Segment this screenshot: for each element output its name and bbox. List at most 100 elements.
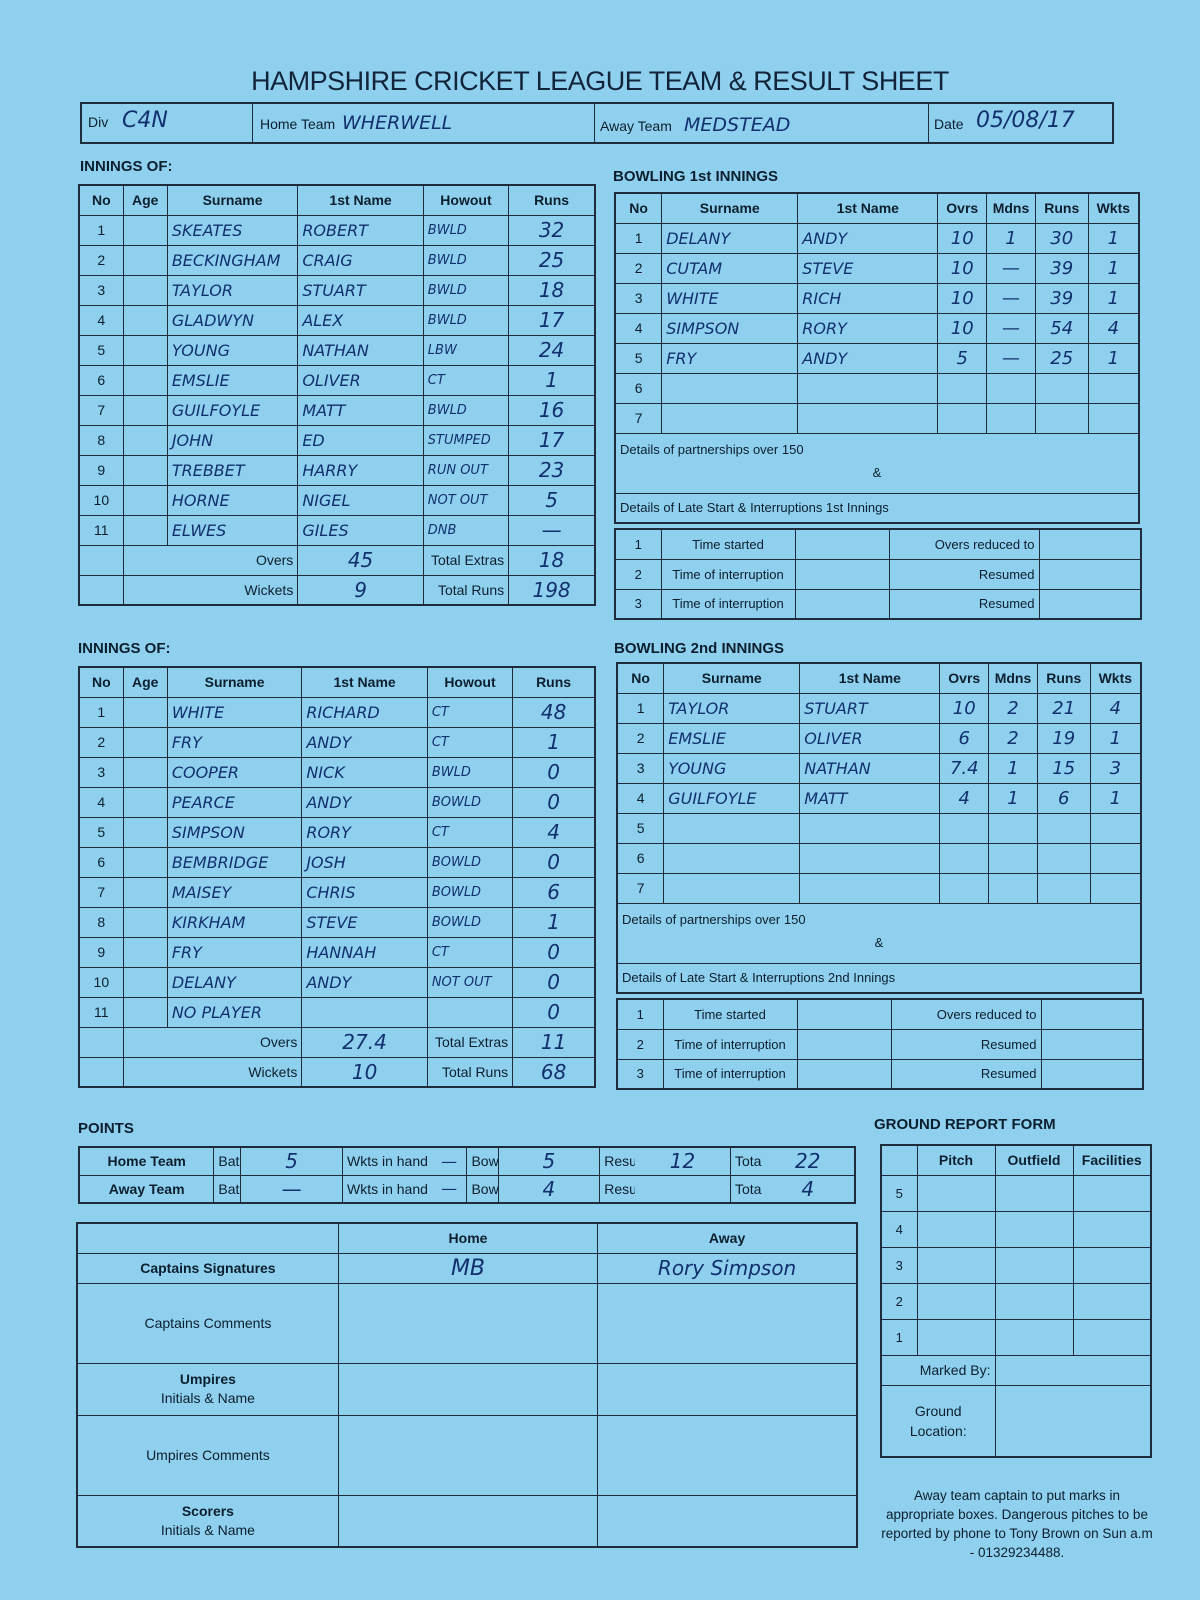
batsman-age[interactable]: [122, 244, 168, 276]
bowler-wickets[interactable]: 1: [1089, 782, 1142, 814]
batsman-runs[interactable]: 0: [512, 846, 596, 878]
batsman-first-name[interactable]: JOSH: [301, 846, 428, 878]
interruption-right-field[interactable]: [1038, 588, 1142, 620]
bowler-first-name[interactable]: [797, 372, 939, 404]
overs-value[interactable]: 45: [297, 544, 424, 576]
batsman-surname[interactable]: COOPER: [166, 756, 303, 788]
bowler-wickets[interactable]: [1087, 402, 1140, 434]
bowler-wickets[interactable]: [1089, 842, 1142, 874]
bowler-maidens[interactable]: —: [986, 312, 1036, 344]
batsman-howout[interactable]: BOWLD: [426, 846, 514, 878]
batsman-first-name[interactable]: NATHAN: [297, 334, 424, 366]
bowler-first-name[interactable]: RORY: [797, 312, 939, 344]
bowler-runs[interactable]: 30: [1034, 222, 1089, 254]
bowler-wickets[interactable]: 1: [1087, 222, 1140, 254]
batsman-age[interactable]: [122, 304, 168, 336]
bowler-wickets[interactable]: 1: [1087, 252, 1140, 284]
bowler-first-name[interactable]: [799, 842, 941, 874]
batsman-runs[interactable]: 1: [508, 364, 596, 396]
batsman-howout[interactable]: BOWLD: [426, 786, 514, 818]
home-result-points[interactable]: 12: [635, 1146, 731, 1176]
bowler-wickets[interactable]: [1089, 812, 1142, 844]
interruption-right-field[interactable]: [1040, 1028, 1144, 1060]
pitch-mark-box[interactable]: [916, 1210, 996, 1248]
extras-value[interactable]: 18: [508, 544, 596, 576]
facilities-mark-box[interactable]: [1072, 1318, 1152, 1356]
batsman-first-name[interactable]: GILES: [297, 514, 424, 546]
away-umpire[interactable]: [597, 1362, 858, 1416]
batsman-first-name[interactable]: NIGEL: [297, 484, 424, 516]
bowler-runs[interactable]: 39: [1034, 252, 1089, 284]
bowler-surname[interactable]: SIMPSON: [661, 312, 799, 344]
bowler-surname[interactable]: YOUNG: [663, 752, 801, 784]
batsman-first-name[interactable]: STUART: [297, 274, 424, 306]
bowler-wickets[interactable]: 1: [1087, 282, 1140, 314]
bowler-overs[interactable]: 10: [937, 282, 988, 314]
interruption-time-field[interactable]: [794, 588, 890, 620]
bowler-maidens[interactable]: —: [986, 342, 1036, 374]
bowler-runs[interactable]: [1036, 872, 1091, 904]
bowler-first-name[interactable]: STUART: [799, 692, 941, 724]
interruption-right-field[interactable]: [1040, 998, 1144, 1030]
batsman-runs[interactable]: —: [508, 514, 596, 546]
bowler-maidens[interactable]: [986, 372, 1036, 404]
bowler-wickets[interactable]: [1087, 372, 1140, 404]
bowler-maidens[interactable]: [988, 842, 1038, 874]
batsman-surname[interactable]: FRY: [166, 726, 303, 758]
bowler-maidens[interactable]: 1: [986, 222, 1036, 254]
batsman-runs[interactable]: 6: [512, 876, 596, 908]
batsman-first-name[interactable]: [301, 996, 428, 1028]
batsman-runs[interactable]: 25: [508, 244, 596, 276]
batsman-runs[interactable]: 32: [508, 214, 596, 246]
bowler-runs[interactable]: [1036, 842, 1091, 874]
wickets-value[interactable]: 10: [301, 1056, 428, 1088]
home-bowl-points[interactable]: 5: [497, 1146, 601, 1176]
bowler-first-name[interactable]: STEVE: [797, 252, 939, 284]
batsman-surname[interactable]: TAYLOR: [166, 274, 299, 306]
pitch-mark-box[interactable]: [916, 1282, 996, 1320]
batsman-surname[interactable]: BEMBRIDGE: [166, 846, 303, 878]
batsman-first-name[interactable]: RORY: [301, 816, 428, 848]
bowler-overs[interactable]: [939, 872, 990, 904]
batsman-howout[interactable]: BWLD: [422, 244, 510, 276]
home-umpire[interactable]: [337, 1362, 599, 1416]
bowler-runs[interactable]: 6: [1036, 782, 1091, 814]
bowler-maidens[interactable]: —: [986, 252, 1036, 284]
bowler-wickets[interactable]: 4: [1087, 312, 1140, 344]
bowler-runs[interactable]: 15: [1036, 752, 1091, 784]
bowler-overs[interactable]: 4: [939, 782, 990, 814]
batsman-surname[interactable]: FRY: [166, 936, 303, 968]
bowler-maidens[interactable]: 2: [988, 722, 1038, 754]
interruption-time-field[interactable]: [794, 558, 890, 590]
batsman-howout[interactable]: CT: [426, 696, 514, 728]
batsman-surname[interactable]: ELWES: [166, 514, 299, 546]
away-captain-signature[interactable]: Rory Simpson: [597, 1252, 858, 1284]
batsman-surname[interactable]: YOUNG: [166, 334, 299, 366]
bowler-surname[interactable]: [663, 812, 801, 844]
interruption-time-field[interactable]: [796, 1028, 892, 1060]
bowler-surname[interactable]: [663, 842, 801, 874]
away-wkts-points[interactable]: —: [431, 1174, 468, 1204]
batsman-runs[interactable]: 0: [512, 786, 596, 818]
overs-value[interactable]: 27.4: [301, 1026, 428, 1058]
batsman-age[interactable]: [122, 334, 168, 366]
batsman-howout[interactable]: CT: [426, 936, 514, 968]
batsman-first-name[interactable]: ED: [297, 424, 424, 456]
batsman-howout[interactable]: STUMPED: [422, 424, 510, 456]
batsman-age[interactable]: [122, 816, 168, 848]
batsman-age[interactable]: [122, 394, 168, 426]
batsman-surname[interactable]: WHITE: [166, 696, 303, 728]
outfield-mark-box[interactable]: [994, 1210, 1074, 1248]
home-scorer[interactable]: [337, 1494, 599, 1548]
bowler-maidens[interactable]: —: [986, 282, 1036, 314]
batsman-age[interactable]: [122, 726, 168, 758]
batsman-howout[interactable]: BWLD: [422, 214, 510, 246]
batsman-howout[interactable]: LBW: [422, 334, 510, 366]
bowler-maidens[interactable]: 1: [988, 782, 1038, 814]
outfield-mark-box[interactable]: [994, 1246, 1074, 1284]
bowler-wickets[interactable]: 1: [1087, 342, 1140, 374]
batsman-howout[interactable]: CT: [426, 816, 514, 848]
batsman-surname[interactable]: GUILFOYLE: [166, 394, 299, 426]
batsman-surname[interactable]: PEARCE: [166, 786, 303, 818]
bowler-maidens[interactable]: [988, 872, 1038, 904]
